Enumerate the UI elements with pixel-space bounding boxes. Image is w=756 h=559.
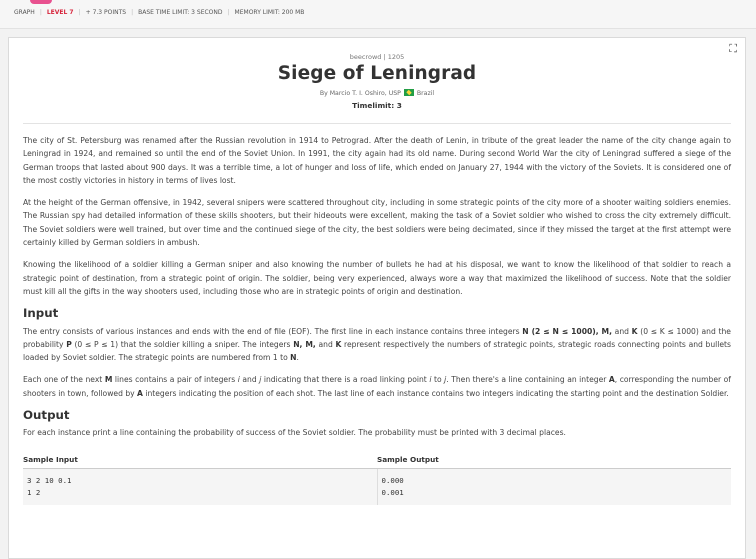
problem-timelimit: Timelimit: 3 [352, 101, 402, 110]
level-ribbon-icon [30, 0, 52, 4]
meta-divider: | [39, 9, 42, 16]
meta-divider: | [131, 9, 134, 16]
sample-input-header: Sample Input [23, 448, 377, 469]
problem-header: beecrowd | 1205 Siege of Leningrad By Ma… [9, 53, 745, 110]
problem-title: Siege of Leningrad [277, 63, 477, 84]
meta-divider: | [78, 9, 81, 16]
problem-meta: GRAPH | LEVEL 7 | + 7.3 POINTS | BASE TI… [14, 9, 304, 16]
meta-memory-limit: MEMORY LIMIT: 200 MB [234, 9, 305, 16]
sample-output-header: Sample Output [377, 448, 731, 469]
meta-points: + 7.3 POINTS [85, 9, 127, 16]
problem-judge-id: beecrowd | 1205 [349, 53, 405, 61]
description-paragraph: At the height of the German offensive, i… [23, 198, 731, 248]
output-heading: Output [23, 408, 70, 423]
description-paragraph: Knowing the likelihood of a soldier kill… [23, 260, 731, 296]
sample-table: Sample Input Sample Output 3 2 10 0.1 1 … [23, 448, 731, 505]
author-name: By Marcio T. I. Oshiro, USP [319, 90, 401, 97]
input-heading: Input [23, 306, 59, 321]
problem-meta-bar: GRAPH | LEVEL 7 | + 7.3 POINTS | BASE TI… [0, 0, 756, 29]
input-paragraph: Each one of the next M lines contains a … [23, 375, 731, 398]
sample-output-text[interactable]: 0.000 0.001 [376, 468, 731, 505]
problem-card: ⛶ beecrowd | 1205 Siege of Leningrad By … [8, 37, 746, 559]
output-paragraph: For each instance print a line containin… [23, 428, 566, 438]
problem-statement: The city of St. Petersburg was renamed a… [9, 124, 745, 505]
brazil-flag-icon [403, 89, 414, 96]
sample-input-text[interactable]: 3 2 10 0.1 1 2 [23, 468, 377, 505]
fullscreen-expand-icon[interactable]: ⛶ [729, 43, 737, 54]
meta-level: LEVEL 7 [46, 9, 74, 16]
author-country: Brazil [416, 90, 435, 97]
problem-author: By Marcio T. I. Oshiro, USP Brazil [9, 89, 745, 97]
meta-time-limit: BASE TIME LIMIT: 3 SECOND [138, 9, 223, 16]
meta-divider: | [227, 9, 230, 16]
input-paragraph: The entry consists of various instances … [23, 326, 731, 363]
meta-category: GRAPH [14, 9, 35, 16]
description-paragraph: The city of St. Petersburg was renamed a… [23, 136, 731, 185]
